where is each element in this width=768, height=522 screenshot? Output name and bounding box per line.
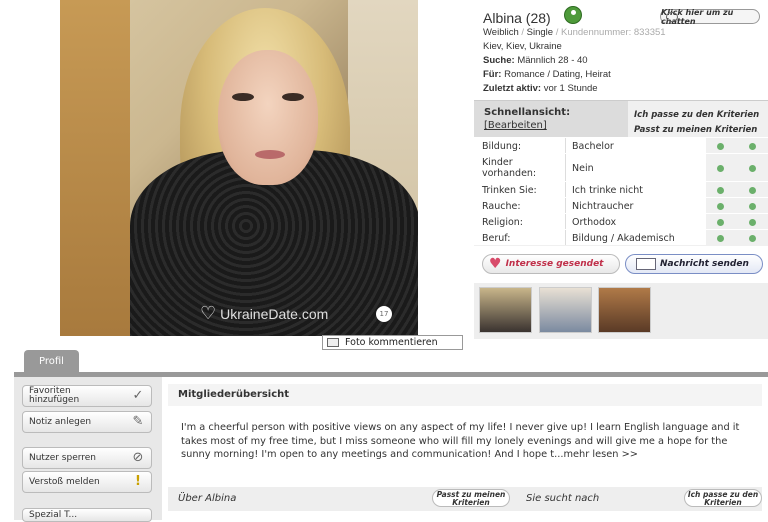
table-row: Rauche: Nichtraucher bbox=[474, 197, 768, 213]
i-match-criteria-pill[interactable]: Ich passe zu den Kriterien bbox=[684, 489, 762, 507]
add-favorite-label: Favoriten hinzufügen bbox=[29, 386, 80, 405]
table-row: Trinken Sie: Ich trinke nicht bbox=[474, 181, 768, 197]
heart-icon: ♥ bbox=[489, 256, 502, 272]
member-number: Kundennummer: 833351 bbox=[561, 27, 666, 38]
about-label: Über Albina bbox=[178, 493, 237, 504]
envelope-icon bbox=[636, 258, 656, 270]
for-line: Für: Romance / Dating, Heirat bbox=[483, 69, 611, 80]
block-icon: ⊘ bbox=[132, 450, 144, 465]
photo-eye bbox=[232, 93, 254, 101]
match-dot-icon bbox=[717, 187, 724, 194]
about-text: I'm a cheerful person with positive view… bbox=[181, 422, 740, 460]
photo-thumbnail[interactable] bbox=[479, 287, 532, 333]
row-value: Ich trinke nicht bbox=[572, 185, 644, 196]
search-label: Suche: bbox=[483, 55, 515, 66]
block-user-label: Nutzer sperren bbox=[29, 453, 97, 463]
row-label: Religion: bbox=[482, 217, 524, 228]
row-value: Nein bbox=[572, 163, 594, 174]
quick-view-table: Schnellansicht: [Bearbeiten] Ich passe z… bbox=[474, 100, 768, 246]
quick-view-title: Schnellansicht: bbox=[484, 107, 571, 118]
match-dot-icon bbox=[749, 165, 756, 172]
comment-icon bbox=[327, 338, 339, 347]
block-user-button[interactable]: Nutzer sperren ⊘ bbox=[22, 447, 152, 469]
row-label: Rauche: bbox=[482, 201, 521, 212]
member-overview-title: Mitgliederübersicht bbox=[168, 384, 762, 406]
match-dot-icon bbox=[717, 165, 724, 172]
heart-logo-icon: ♡ bbox=[200, 303, 217, 323]
matches-mine-header: Passt zu meinen Kriterien bbox=[634, 125, 758, 135]
match-dot-icon bbox=[749, 203, 756, 210]
for-value: Romance / Dating, Heirat bbox=[504, 69, 611, 80]
search-value: Männlich 28 - 40 bbox=[517, 55, 588, 66]
gender: Weiblich bbox=[483, 27, 519, 38]
quick-view-header: Schnellansicht: [Bearbeiten] bbox=[474, 101, 628, 137]
table-row: Beruf: Bildung / Akademisch bbox=[474, 229, 768, 245]
chat-button[interactable]: Klick hier um zu chatten bbox=[660, 8, 760, 26]
chat-bubble-icon bbox=[666, 12, 678, 22]
add-note-button[interactable]: Notiz anlegen ✎ bbox=[22, 411, 152, 433]
last-active-value: vor 1 Stunde bbox=[543, 83, 598, 94]
profile-basics: Weiblich / Single / Kundennummer: 833351 bbox=[483, 27, 666, 38]
photo-face bbox=[218, 50, 318, 185]
match-dot-icon bbox=[717, 235, 724, 242]
tab-profile[interactable]: Profil bbox=[24, 350, 79, 372]
row-value: Bachelor bbox=[572, 141, 614, 152]
row-value: Bildung / Akademisch bbox=[572, 233, 675, 244]
match-dot-icon bbox=[749, 143, 756, 150]
table-row: Kinder vorhanden: Nein bbox=[474, 153, 768, 181]
for-label: Für: bbox=[483, 69, 502, 80]
report-button[interactable]: Verstoß melden ! bbox=[22, 471, 152, 493]
photo-eye bbox=[282, 93, 304, 101]
sidebar: Favoriten hinzufügen ✓ Notiz anlegen ✎ N… bbox=[14, 377, 162, 522]
table-row: Bildung: Bachelor bbox=[474, 137, 768, 153]
interest-sent-button[interactable]: ♥ Interesse gesendet bbox=[482, 254, 620, 274]
checkmark-icon: ✓ bbox=[132, 388, 144, 403]
last-active-label: Zuletzt aktiv: bbox=[483, 83, 542, 94]
interest-label: Interesse gesendet bbox=[505, 259, 604, 269]
watermark: ♡ UkraineDate.com bbox=[200, 303, 328, 324]
profile-photo[interactable]: ♡ UkraineDate.com 17 bbox=[60, 0, 418, 336]
add-favorite-button[interactable]: Favoriten hinzufügen ✓ bbox=[22, 385, 152, 407]
photo-badge: 17 bbox=[376, 306, 392, 322]
location: Kiev, Kiev, Ukraine bbox=[483, 41, 562, 52]
photo-background bbox=[60, 0, 130, 336]
row-label: Beruf: bbox=[482, 233, 511, 244]
photo-thumbnail[interactable] bbox=[539, 287, 592, 333]
match-dot-icon bbox=[717, 219, 724, 226]
row-label: Bildung: bbox=[482, 141, 522, 152]
exclamation-icon: ! bbox=[135, 474, 141, 489]
relationship-status: Single bbox=[526, 27, 554, 38]
watermark-text: UkraineDate.com bbox=[220, 305, 329, 322]
match-dot-icon bbox=[749, 187, 756, 194]
report-label: Verstoß melden bbox=[29, 477, 100, 487]
row-label: Trinken Sie: bbox=[482, 185, 537, 196]
add-note-label: Notiz anlegen bbox=[29, 417, 92, 427]
online-person-icon[interactable] bbox=[564, 6, 582, 24]
last-active-line: Zuletzt aktiv: vor 1 Stunde bbox=[483, 83, 598, 94]
message-label: Nachricht senden bbox=[660, 259, 749, 269]
search-line: Suche: Männlich 28 - 40 bbox=[483, 55, 588, 66]
photo-thumbnails bbox=[474, 283, 768, 339]
photo-comment-button[interactable]: Foto kommentieren bbox=[322, 335, 463, 350]
row-value: Nichtraucher bbox=[572, 201, 634, 212]
match-dot-icon bbox=[749, 235, 756, 242]
photo-comment-label: Foto kommentieren bbox=[345, 337, 438, 348]
pencil-icon: ✎ bbox=[132, 414, 144, 429]
table-row: Religion: Orthodox bbox=[474, 213, 768, 229]
row-value: Orthodox bbox=[572, 217, 617, 228]
profile-name: Albina (28) bbox=[483, 10, 551, 26]
edit-link[interactable]: [Bearbeiten] bbox=[484, 120, 618, 131]
i-match-header: Ich passe zu den Kriterien bbox=[634, 110, 760, 120]
photo-lips bbox=[255, 150, 285, 159]
photo-thumbnail[interactable] bbox=[598, 287, 651, 333]
match-dot-icon bbox=[717, 143, 724, 150]
match-dot-icon bbox=[717, 203, 724, 210]
row-label: Kinder vorhanden: bbox=[482, 157, 537, 179]
special-label: Spezial T... bbox=[29, 510, 78, 520]
send-message-button[interactable]: Nachricht senden bbox=[625, 254, 763, 274]
seeks-label: Sie sucht nach bbox=[526, 493, 600, 504]
match-dot-icon bbox=[749, 219, 756, 226]
matches-my-criteria-pill[interactable]: Passt zu meinen Kriterien bbox=[432, 489, 510, 507]
